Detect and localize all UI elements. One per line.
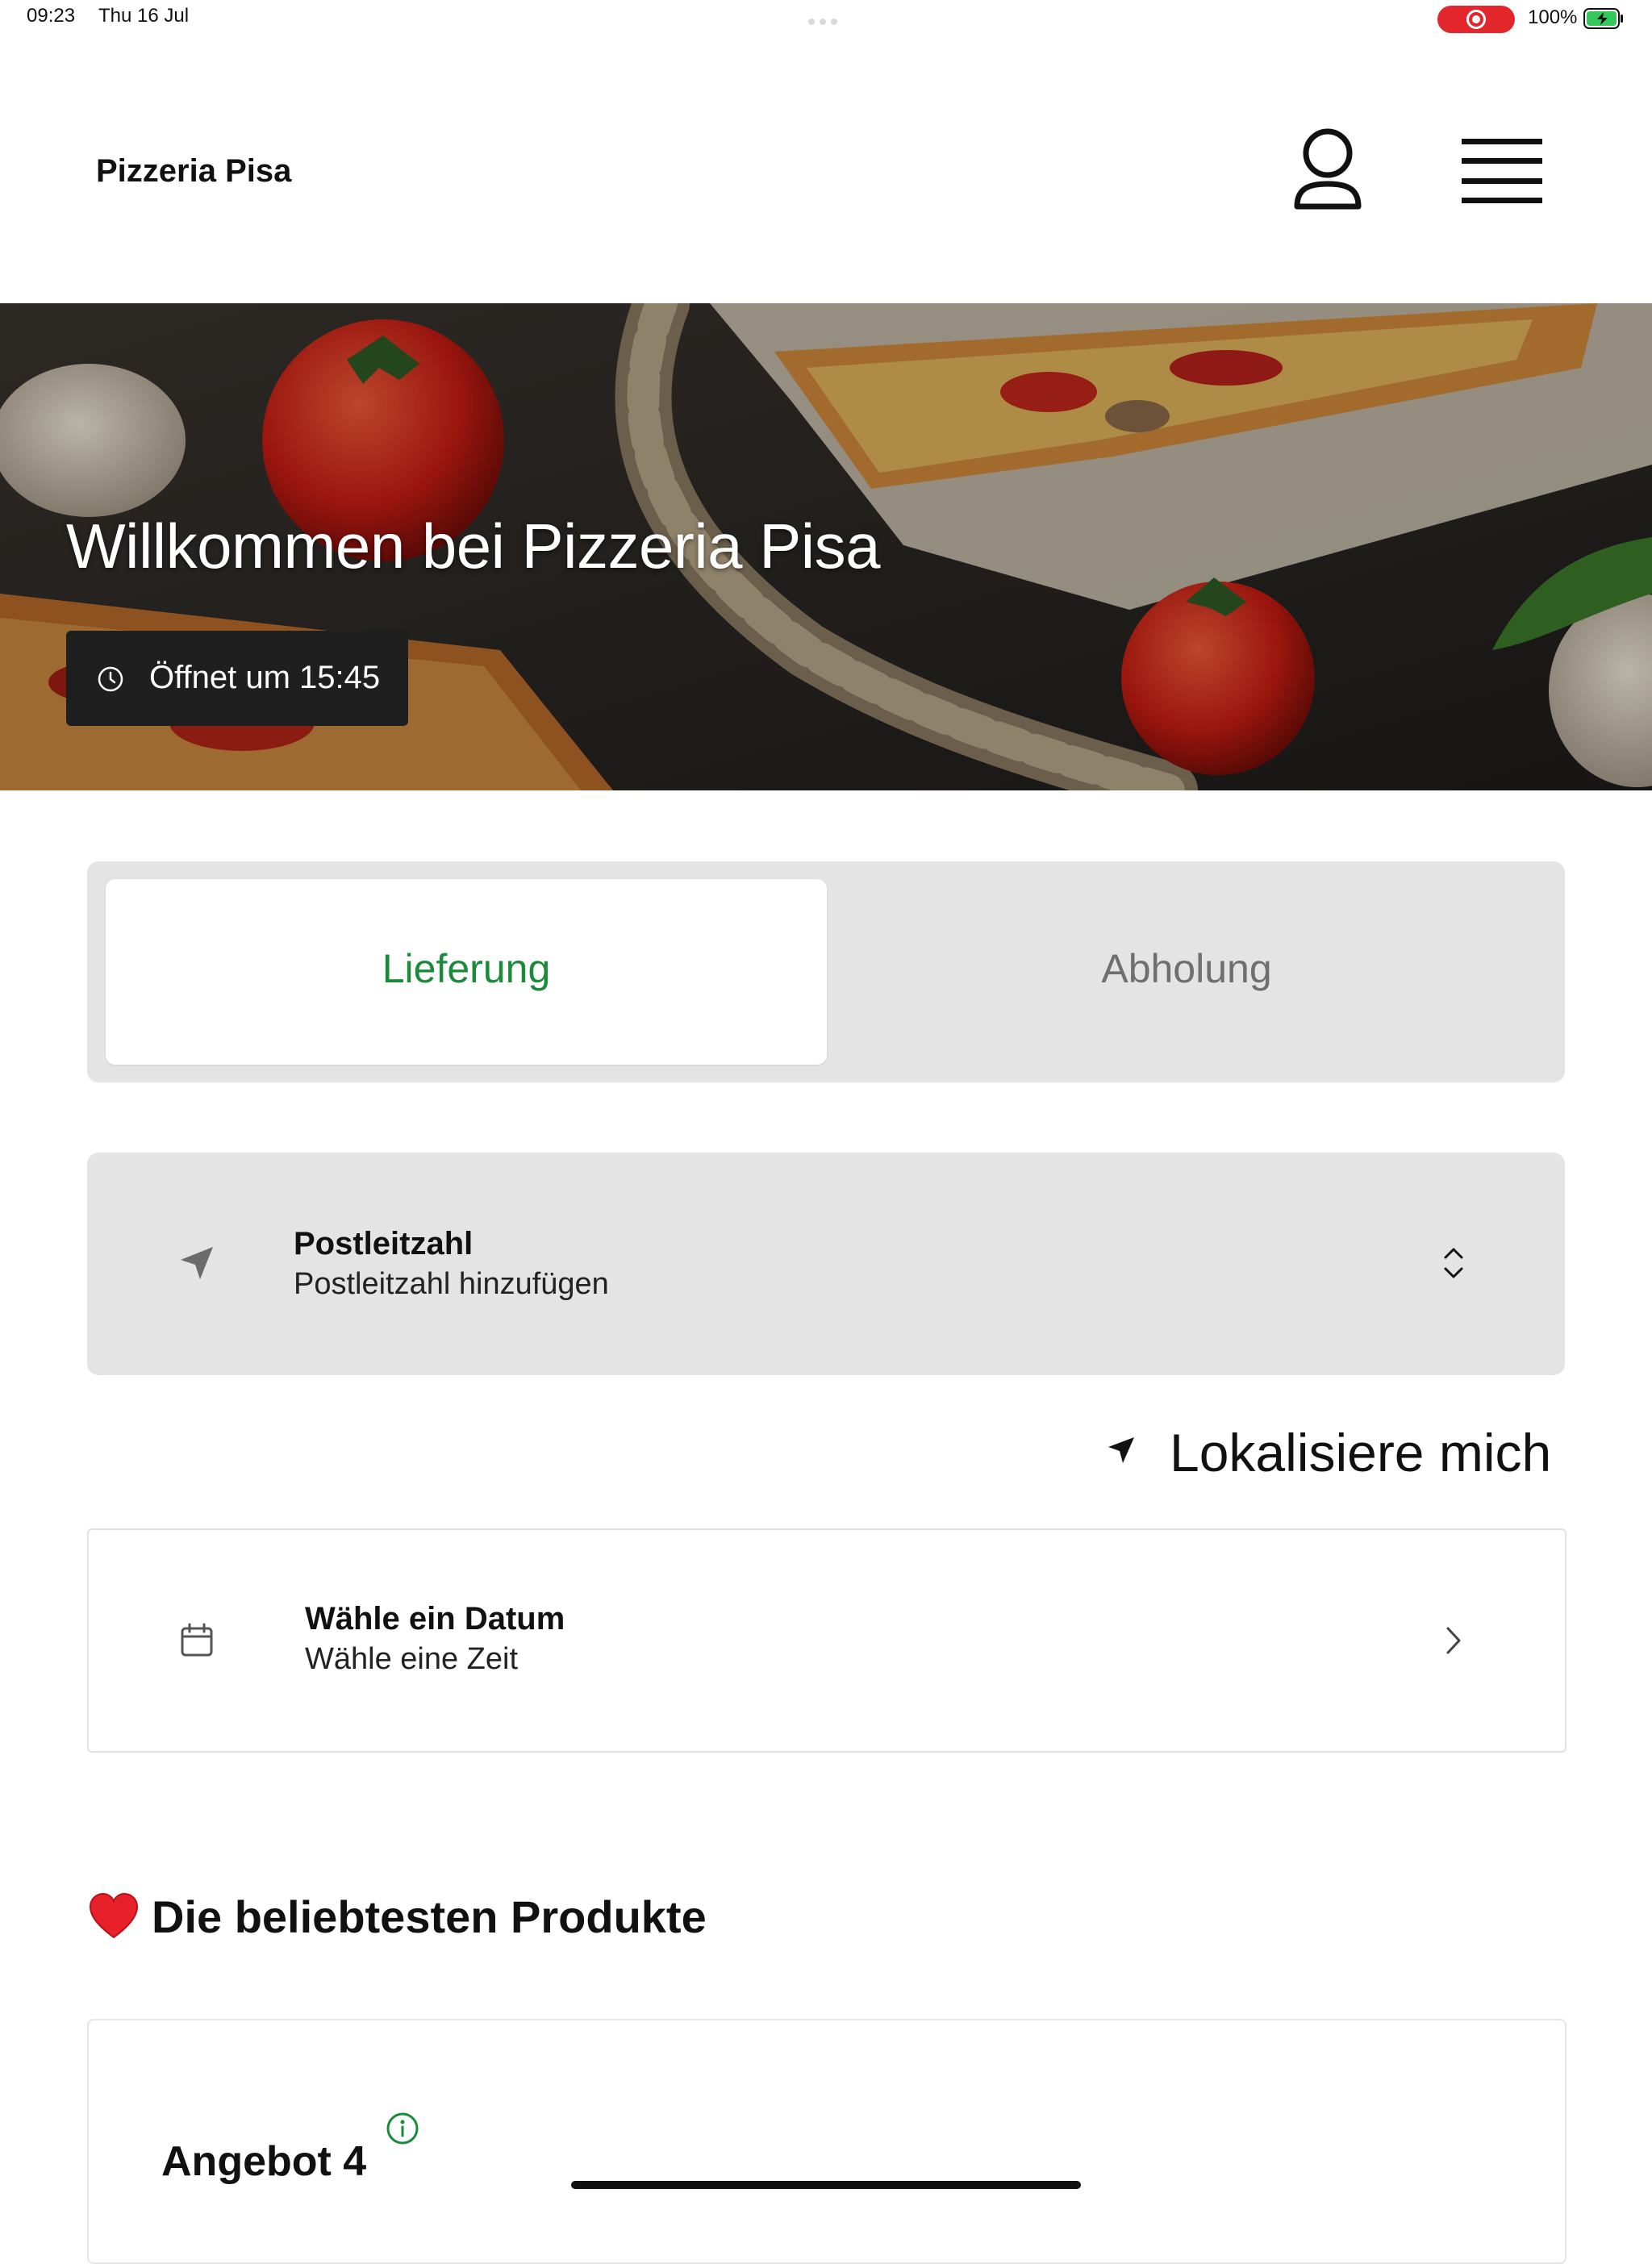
popular-products-heading: Die beliebtesten Produkte: [152, 1891, 707, 1942]
record-icon: [1466, 10, 1486, 29]
home-indicator[interactable]: [571, 2181, 1081, 2189]
hamburger-menu-icon[interactable]: [1462, 137, 1542, 205]
chevron-right-icon: [1446, 1627, 1461, 1654]
product-name[interactable]: Angebot 4: [161, 2137, 366, 2186]
clock-icon: [98, 666, 123, 692]
info-icon[interactable]: [386, 2112, 419, 2145]
multitasking-dots[interactable]: [808, 15, 844, 25]
calendar-icon: [181, 1623, 213, 1657]
status-date: Thu 16 Jul: [98, 5, 190, 27]
battery-icon: [1583, 8, 1623, 29]
date-title: Wähle ein Datum: [305, 1601, 565, 1637]
tab-lieferung-label[interactable]: Lieferung: [106, 945, 827, 992]
battery-percent: 100%: [1528, 6, 1578, 28]
time-subtitle: Wähle eine Zeit: [305, 1642, 519, 1676]
heart-icon: [89, 1892, 139, 1939]
tab-abholung[interactable]: Abholung: [827, 945, 1546, 992]
postcode-title: Postleitzahl: [294, 1226, 473, 1261]
hero-title: Willkommen bei Pizzeria Pisa: [66, 511, 880, 582]
postcode-selector[interactable]: [87, 1153, 1565, 1375]
location-arrow-icon: [181, 1247, 213, 1279]
opening-hours-text: Öffnet um 15:45: [149, 660, 381, 695]
locate-me-button[interactable]: Lokalisiere mich: [1170, 1422, 1551, 1483]
date-time-selector[interactable]: [87, 1528, 1566, 1753]
location-arrow-icon[interactable]: [1107, 1436, 1136, 1465]
postcode-placeholder[interactable]: Postleitzahl hinzufügen: [294, 1267, 609, 1302]
user-icon[interactable]: [1291, 126, 1365, 216]
screen-recording-indicator[interactable]: [1437, 6, 1515, 33]
opening-hours-badge: Öffnet um 15:45: [66, 631, 408, 726]
status-time: 09:23: [27, 5, 76, 27]
chevron-up-down-icon: [1444, 1248, 1463, 1278]
brand-name[interactable]: Pizzeria Pisa: [96, 153, 291, 190]
